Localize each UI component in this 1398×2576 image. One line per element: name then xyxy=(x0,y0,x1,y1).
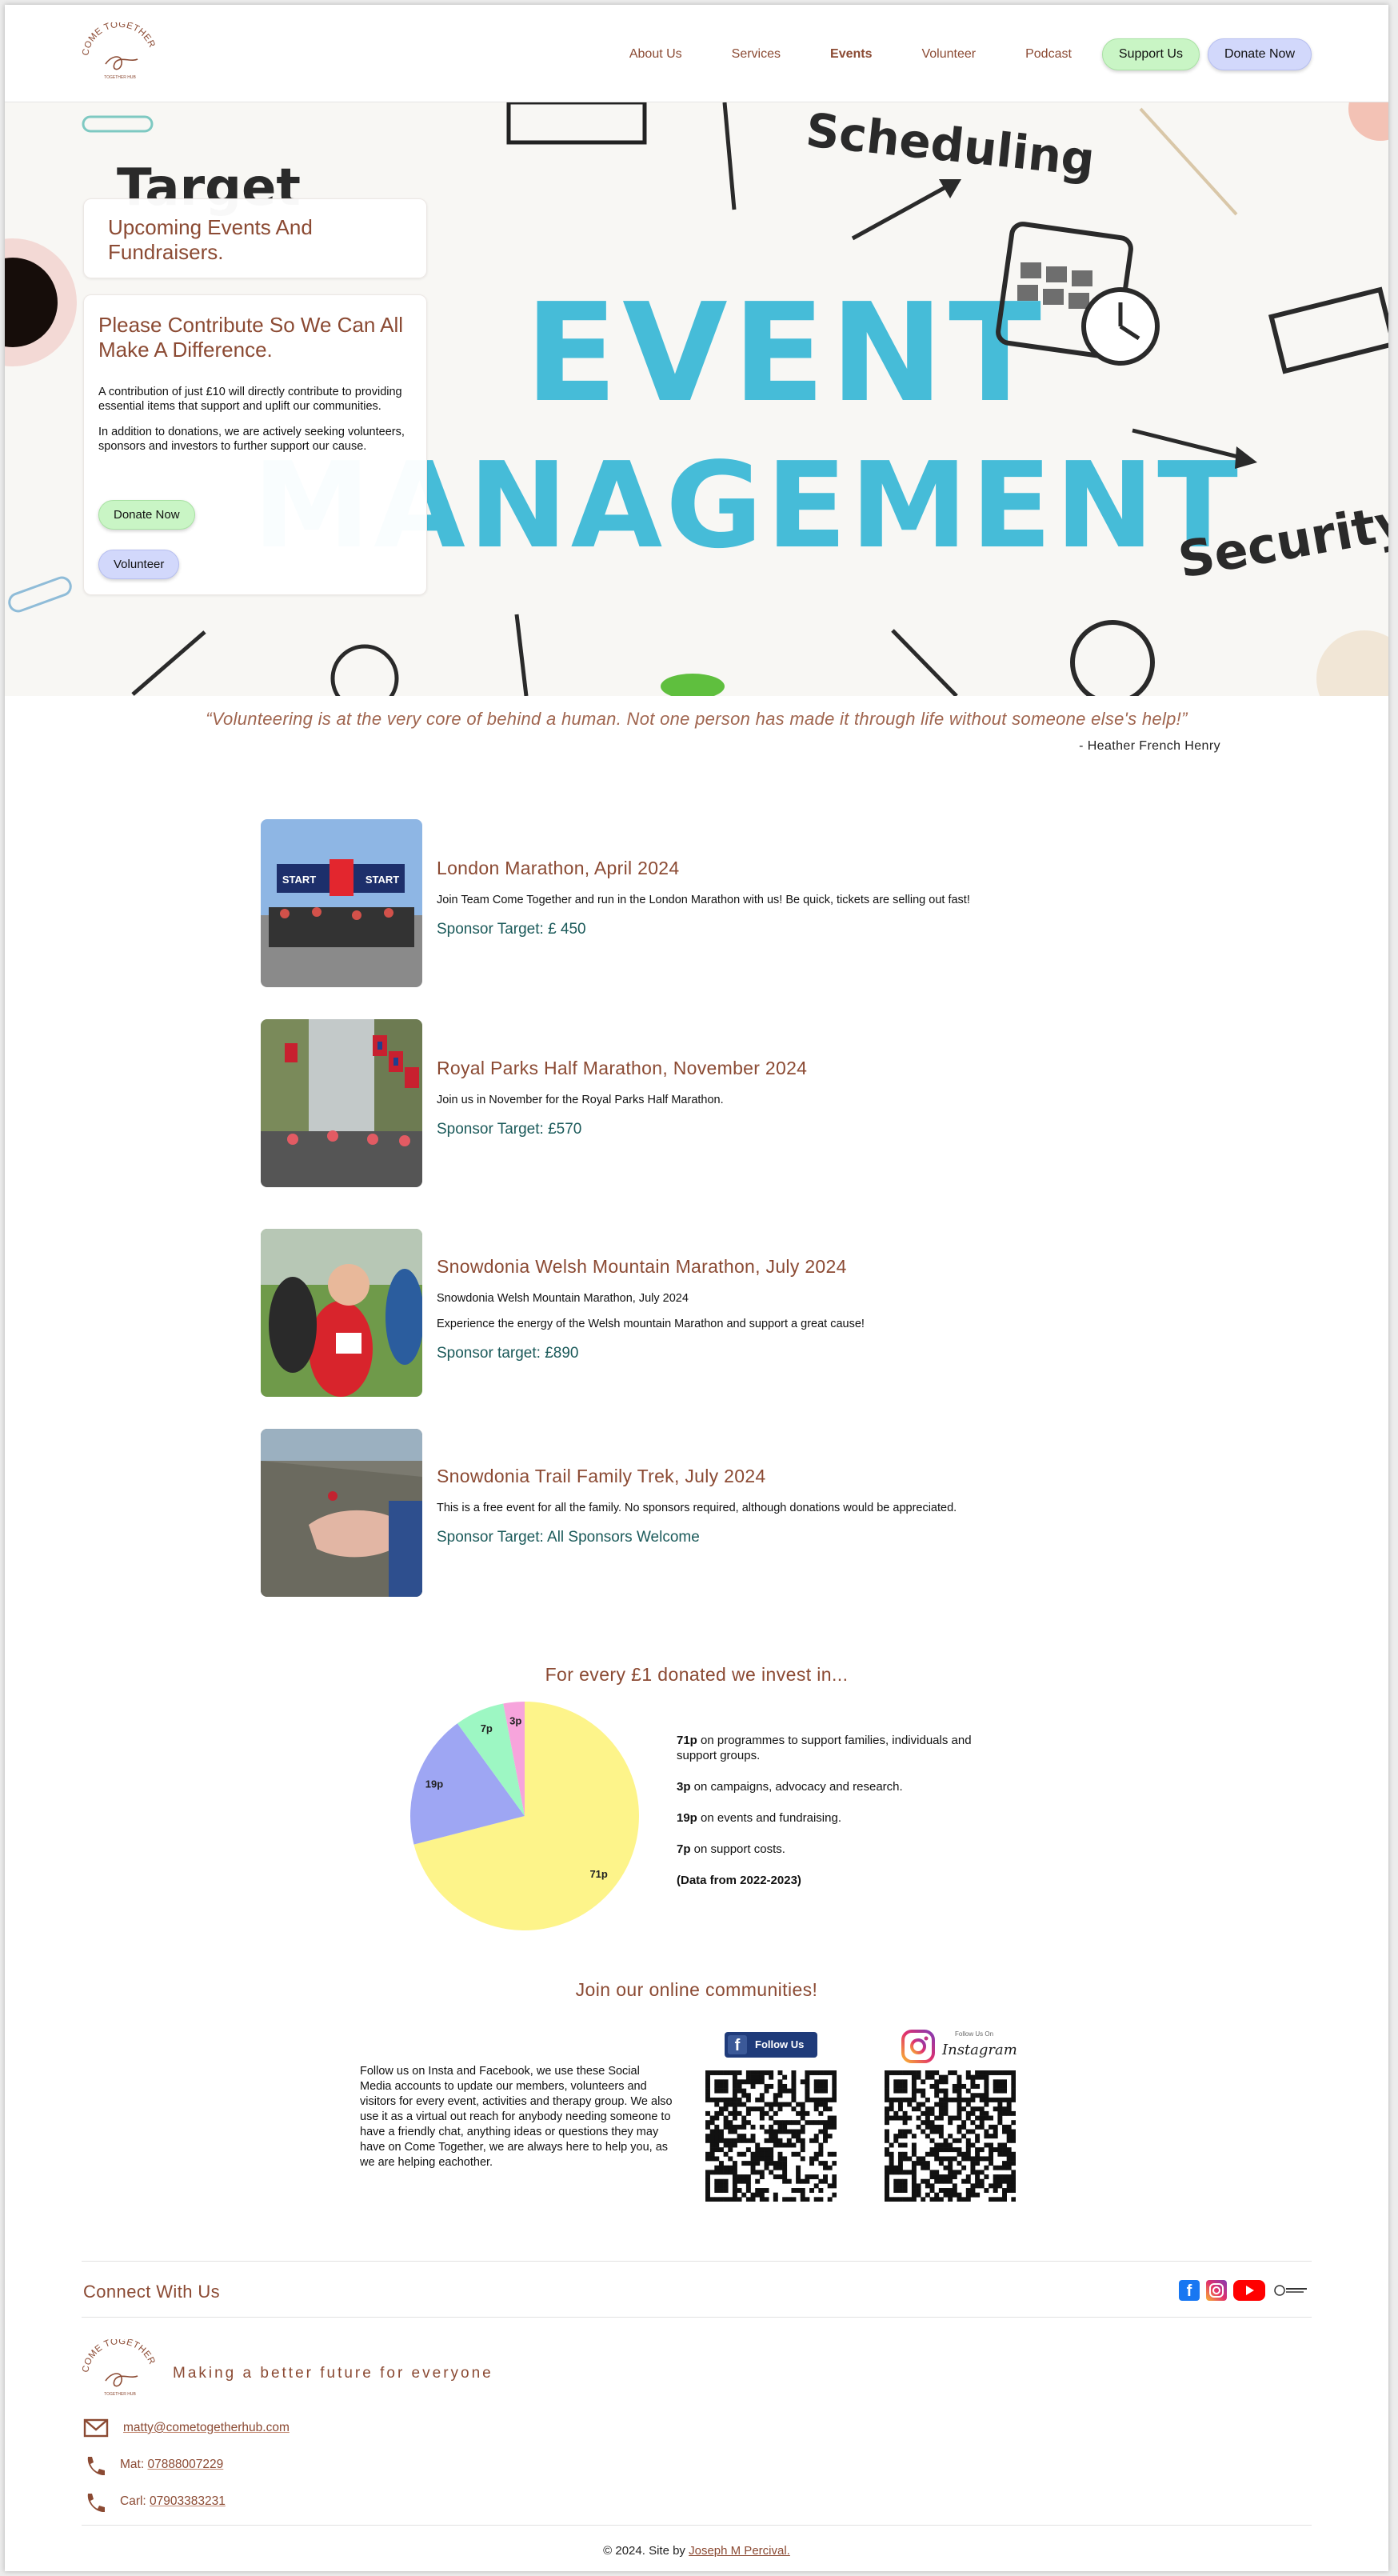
event-description: Join us in November for the Royal Parks … xyxy=(437,1094,724,1106)
event-title: Snowdonia Welsh Mountain Marathon, July … xyxy=(437,1256,847,1277)
event-photo xyxy=(261,1019,422,1187)
instagram-icon xyxy=(901,2030,935,2063)
legend-item-campaigns: 3p on campaigns, advocacy and research. xyxy=(677,1780,903,1794)
legend-item-support: 7p on support costs. xyxy=(677,1842,785,1856)
contact-carl: Carl: 07903383231 xyxy=(83,2494,403,2514)
event-snowdonia-trail-family-trek: Snowdonia Trail Family Trek, July 2024 T… xyxy=(261,1429,1140,1598)
event-sponsor-target: Sponsor Target: All Sponsors Welcome xyxy=(437,1529,700,1546)
matt-phone-link[interactable]: 07888007229 xyxy=(147,2458,223,2471)
phone-icon xyxy=(87,2494,105,2513)
connect-title: Connect With Us xyxy=(83,2282,221,2302)
facebook-icon[interactable]: f xyxy=(1179,2280,1200,2301)
contact-email: matty@cometogetherhub.com xyxy=(83,2418,403,2440)
legend-item-events: 19p on events and fundraising. xyxy=(677,1811,841,1825)
donation-title: For every £1 donated we invest in... xyxy=(545,1664,849,1685)
instagram-icon[interactable] xyxy=(1206,2280,1227,2301)
support-us-button[interactable]: Support Us xyxy=(1101,38,1200,70)
legend-note: (Data from 2022-2023) xyxy=(677,1874,801,1887)
nav-services[interactable]: Services xyxy=(732,47,781,62)
event-photo xyxy=(261,1429,422,1597)
quote-text: “Volunteering is at the very core of beh… xyxy=(206,709,1188,729)
event-description: Experience the energy of the Welsh mount… xyxy=(437,1318,865,1330)
event-royal-parks-half-marathon: Royal Parks Half Marathon, November 2024… xyxy=(261,1019,1140,1189)
svg-text:COME TOGETHER: COME TOGETHER xyxy=(82,22,157,57)
facebook-follow-badge[interactable]: f Follow Us xyxy=(725,2032,817,2058)
donate-now-button[interactable]: Donate Now xyxy=(98,500,195,530)
svg-text:TOGETHER HUB: TOGETHER HUB xyxy=(104,2392,136,2397)
footer-logo[interactable]: COME TOGETHER TOGETHER HUB xyxy=(81,2337,158,2403)
pie-label-19p: 19p xyxy=(425,1778,443,1790)
upcoming-events-title: Upcoming Events And Fundraisers. xyxy=(108,215,313,264)
contact-matt: Mat: 07888007229 xyxy=(83,2457,403,2477)
site-header: COME TOGETHER TOGETHER HUB About Us Serv… xyxy=(5,5,1388,102)
social-title: Join our online communities! xyxy=(575,1979,818,2000)
event-description: Join Team Come Together and run in the L… xyxy=(437,894,970,906)
upcoming-events-card: Upcoming Events And Fundraisers. xyxy=(83,198,427,278)
donate-now-nav-button[interactable]: Donate Now xyxy=(1207,38,1312,70)
social-description: Follow us on Insta and Facebook, we use … xyxy=(360,2065,673,2169)
quote-block: “Volunteering is at the very core of beh… xyxy=(5,709,1388,753)
pie-label-7p: 7p xyxy=(481,1722,493,1734)
svg-text:COME TOGETHER: COME TOGETHER xyxy=(82,2339,157,2374)
event-sponsor-target: Sponsor target: £890 xyxy=(437,1345,579,1362)
event-description: This is a free event for all the family.… xyxy=(437,1502,957,1514)
nav-events[interactable]: Events xyxy=(830,47,872,62)
donation-legend: 71p on programmes to support families, i… xyxy=(677,1733,997,1904)
event-title: Royal Parks Half Marathon, November 2024 xyxy=(437,1058,808,1078)
youtube-icon[interactable] xyxy=(1233,2280,1265,2301)
contribute-text-2: In addition to donations, we are activel… xyxy=(98,426,405,453)
legend-item-programmes: 71p on programmes to support families, i… xyxy=(677,1734,972,1762)
community-logo-icon[interactable] xyxy=(1272,2280,1308,2301)
event-photo: START START xyxy=(261,819,422,987)
event-title: London Marathon, April 2024 xyxy=(437,858,680,878)
nav-podcast[interactable]: Podcast xyxy=(1025,47,1072,62)
event-description: Snowdonia Welsh Mountain Marathon, July … xyxy=(437,1292,689,1305)
email-link[interactable]: matty@cometogetherhub.com xyxy=(123,2421,290,2434)
start-banner-right: START xyxy=(365,874,399,886)
logo-text: COME TOGETHER xyxy=(81,20,156,57)
hero-section: Target Scheduling EVENT MANAGEMENT Secur… xyxy=(5,102,1388,696)
event-snowdonia-welsh-mountain-marathon: Snowdonia Welsh Mountain Marathon, July … xyxy=(261,1229,1140,1398)
logo-subtext: TOGETHER HUB xyxy=(104,75,136,80)
hero-word-event: EVENT xyxy=(525,274,1046,433)
footer-divider xyxy=(82,2317,1312,2318)
event-title: Snowdonia Trail Family Trek, July 2024 xyxy=(437,1466,766,1486)
main-nav: About Us Services Events Volunteer Podca… xyxy=(580,38,1312,70)
donation-pie-chart: 71p 19p 7p 3p xyxy=(405,1696,645,1936)
pie-label-3p: 3p xyxy=(509,1714,521,1726)
contribute-card: Please Contribute So We Can All Make A D… xyxy=(83,294,427,595)
instagram-qr-code[interactable] xyxy=(885,2070,1017,2202)
event-photo xyxy=(261,1229,422,1397)
page: COME TOGETHER TOGETHER HUB About Us Serv… xyxy=(5,5,1388,2571)
social-icons: f xyxy=(1172,2280,1308,2301)
nav-volunteer[interactable]: Volunteer xyxy=(921,47,976,62)
facebook-icon: f xyxy=(728,2035,747,2054)
copyright: © 2024. Site by Joseph M Percival. xyxy=(603,2544,790,2558)
footer-tagline: Making a better future for everyone xyxy=(173,2365,493,2382)
logo[interactable]: COME TOGETHER TOGETHER HUB xyxy=(81,20,158,86)
instagram-follow-badge[interactable]: Follow Us On Instagram xyxy=(901,2029,1017,2064)
contribute-text-1: A contribution of just £10 will directly… xyxy=(98,386,402,413)
footer-divider xyxy=(82,2525,1312,2526)
event-sponsor-target: Sponsor Target: £570 xyxy=(437,1121,582,1138)
event-sponsor-target: Sponsor Target: £ 450 xyxy=(437,921,586,938)
quote-author: - Heather French Henry xyxy=(1079,739,1220,753)
mail-icon xyxy=(83,2418,109,2438)
pie-label-71p: 71p xyxy=(589,1868,607,1880)
phone-icon xyxy=(87,2457,105,2476)
facebook-qr-code[interactable] xyxy=(705,2070,837,2202)
nav-about-us[interactable]: About Us xyxy=(629,47,682,62)
volunteer-button[interactable]: Volunteer xyxy=(98,550,180,579)
start-banner-left: START xyxy=(282,874,316,886)
site-credit-link[interactable]: Joseph M Percival. xyxy=(689,2544,790,2558)
event-london-marathon: START START London Marathon, April 2024 … xyxy=(261,819,1140,989)
contribute-title: Please Contribute So We Can All Make A D… xyxy=(98,313,404,362)
footer-divider xyxy=(82,2261,1312,2262)
carl-phone-link[interactable]: 07903383231 xyxy=(150,2494,226,2508)
